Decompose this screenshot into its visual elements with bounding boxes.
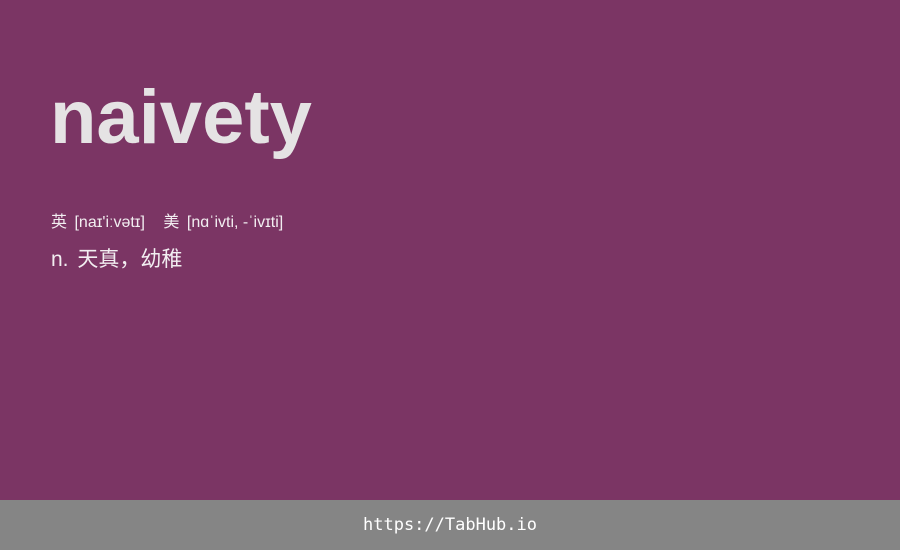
definition-row: n. 天真，幼稚 (51, 246, 182, 274)
footer-bar: https://TabHub.io (0, 500, 900, 550)
american-phonetic-ipa: [nɑˈivti, -ˈivɪti] (186, 214, 284, 231)
american-phonetic-label: 美 (163, 214, 180, 231)
part-of-speech: n. (51, 248, 69, 271)
british-phonetic-label: 英 (51, 214, 68, 231)
tabhub-link[interactable]: https://TabHub.io (363, 515, 537, 535)
phonetic-row: 英 [naɪ'iːvətɪ] 美 [nɑˈivti, -ˈivɪti] (51, 212, 297, 234)
word-title: naivety (50, 75, 312, 160)
british-phonetic-ipa: [naɪ'iːvətɪ] (74, 214, 145, 231)
british-phonetic: 英 [naɪ'iːvətɪ] (51, 212, 145, 234)
definition-text: 天真，幼稚 (77, 248, 183, 271)
word-card: naivety 英 [naɪ'iːvətɪ] 美 [nɑˈivti, -ˈivɪ… (0, 0, 900, 500)
american-phonetic: 美 [nɑˈivti, -ˈivɪti] (163, 212, 283, 234)
